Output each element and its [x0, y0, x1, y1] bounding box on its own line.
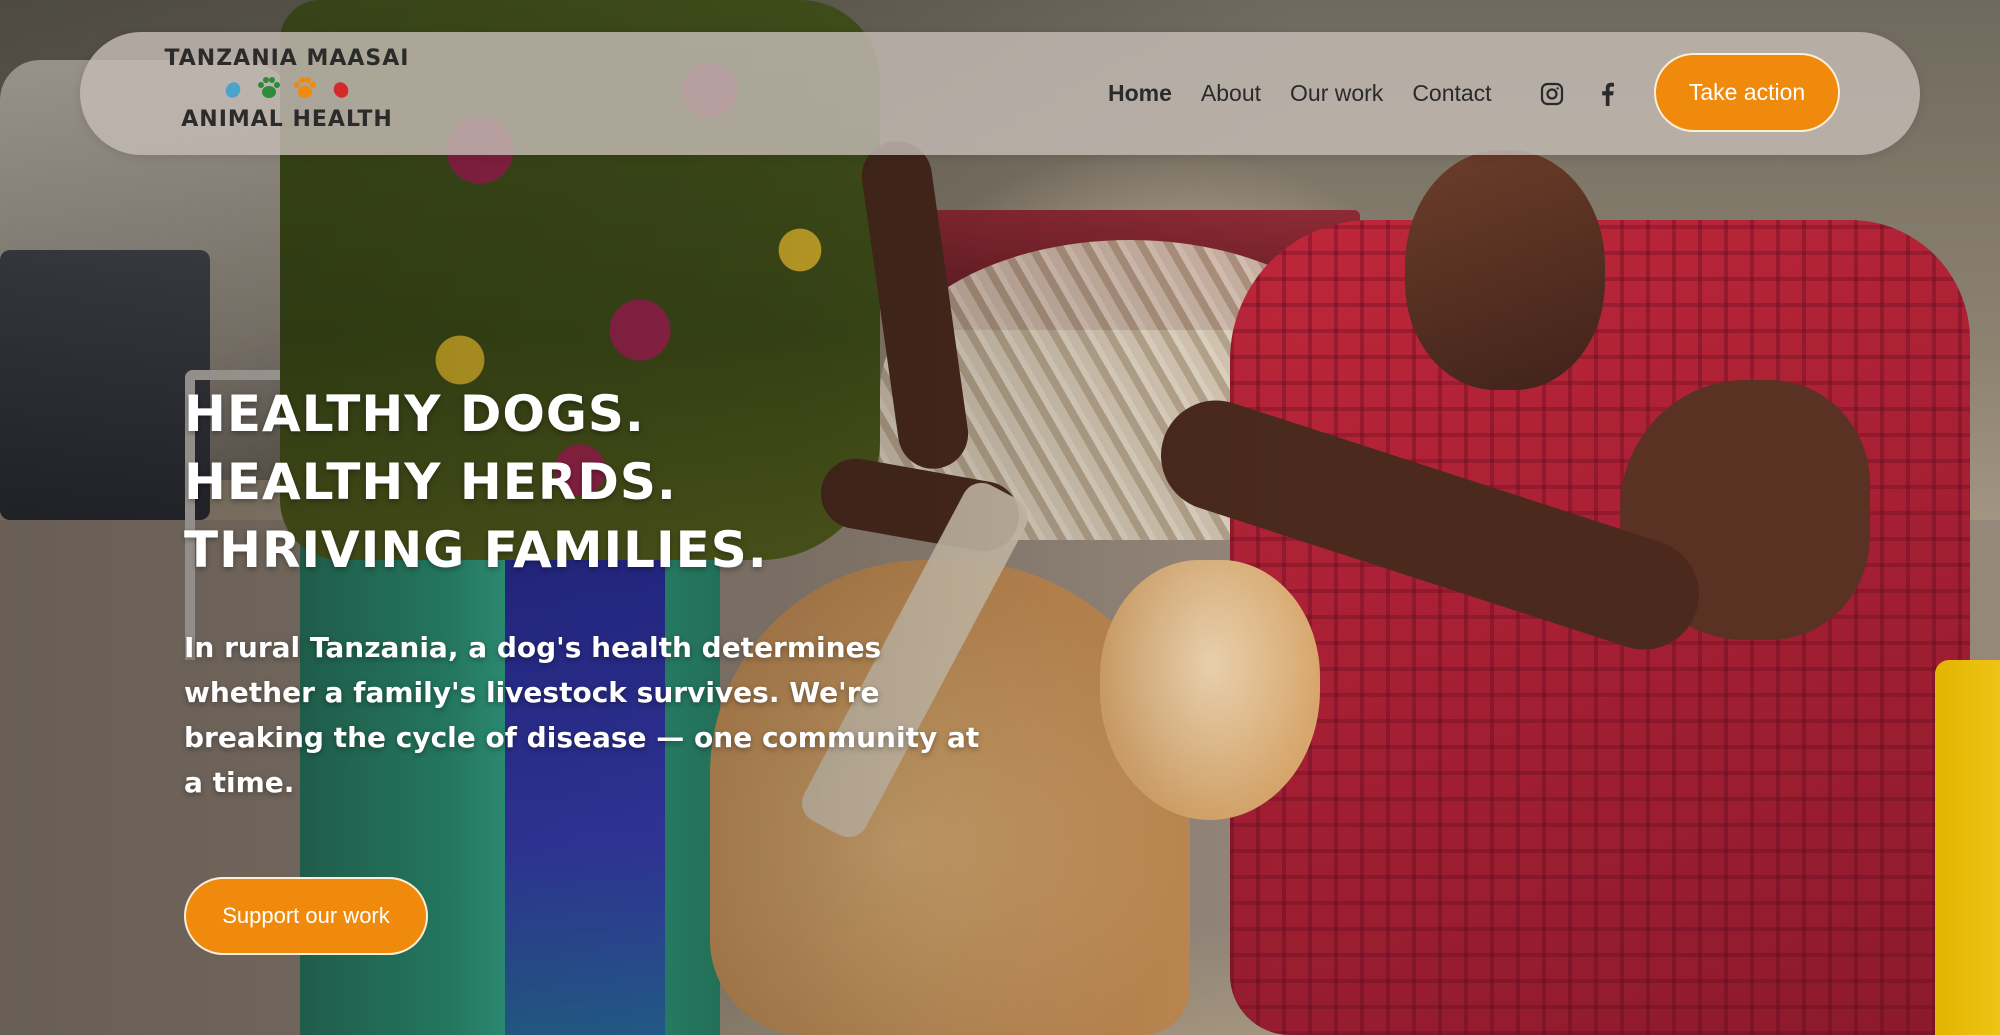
take-action-button[interactable]: Take action [1654, 53, 1840, 132]
paw-print-icon [294, 77, 316, 98]
logo-paws [162, 75, 412, 105]
facebook-icon [1602, 82, 1614, 106]
instagram-link[interactable] [1540, 32, 1564, 155]
hero-headline: HEALTHY DOGS. HEALTHY HERDS. THRIVING FA… [184, 380, 768, 584]
paw-print-icon [258, 77, 280, 98]
nav-link-home[interactable]: Home [1108, 80, 1172, 107]
main-nav: Home About Our work Contact [1108, 32, 1492, 155]
headline-line-3: THRIVING FAMILIES. [184, 521, 768, 579]
headline-line-2: HEALTHY HERDS. [184, 453, 677, 511]
logo-line-2: ANIMAL HEALTH [181, 107, 393, 132]
facebook-link[interactable] [1598, 32, 1616, 155]
nav-link-about[interactable]: About [1201, 80, 1261, 107]
hero-description: In rural Tanzania, a dog's health determ… [184, 631, 980, 799]
headline-line-1: HEALTHY DOGS. [184, 385, 645, 443]
site-logo[interactable]: TANZANIA MAASAI ANIMAL HEALTH [162, 46, 412, 132]
nav-link-our-work[interactable]: Our work [1290, 80, 1383, 107]
instagram-icon [1540, 82, 1564, 105]
nav-link-contact[interactable]: Contact [1412, 80, 1491, 107]
support-our-work-button[interactable]: Support our work [184, 877, 428, 955]
paw-icon [225, 82, 241, 98]
logo-line-1: TANZANIA MAASAI [164, 46, 410, 71]
site-header: TANZANIA MAASAI ANIMAL HEALTH Home About… [80, 32, 1920, 155]
paw-icon [333, 82, 349, 98]
